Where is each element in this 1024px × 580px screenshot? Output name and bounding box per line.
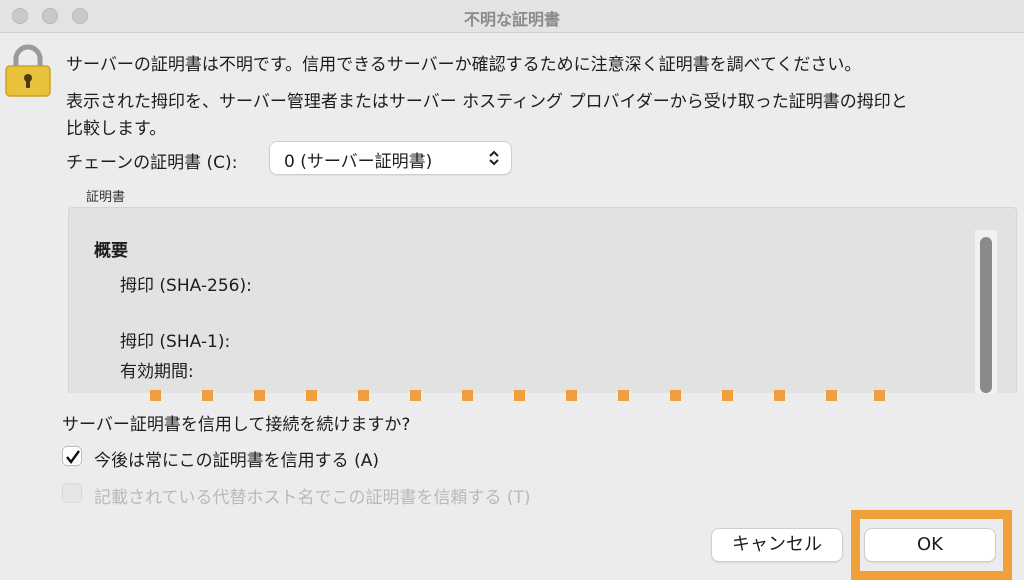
chain-selected-value: 0 (サーバー証明書) [284,152,433,172]
sha1-label: 拇印 (SHA-1): [120,332,231,352]
always-trust-label: 今後は常にこの証明書を信用する (A) [94,451,379,471]
scrollbar-thumb[interactable] [980,237,992,393]
sha256-label: 拇印 (SHA-256): [120,276,252,296]
ok-button-highlight [851,510,1012,580]
always-trust-checkbox[interactable] [62,446,82,466]
cancel-button[interactable]: キャンセル [712,529,842,561]
trust-question: サーバー証明書を信用して接続を続けますか? [62,415,411,435]
chain-certificate-select[interactable]: 0 (サーバー証明書) [270,142,511,174]
title-bar: 不明な証明書 [0,0,1024,33]
message-line-1: サーバーの証明書は不明です。信用できるサーバーか確認するために注意深く証明書を調… [66,55,862,75]
alt-hosts-label: 記載されている代替ホスト名でこの証明書を信頼する (T) [94,488,531,508]
message-line-2: 表示された拇印を、サーバー管理者またはサーバー ホスティング プロバイダーから受… [66,92,908,112]
alt-hosts-checkbox[interactable] [62,483,82,503]
window-title: 不明な証明書 [463,10,560,29]
certificate-details-panel[interactable] [68,207,1017,393]
checkmark-icon [66,450,80,464]
message-line-3: 比較します。 [66,119,167,139]
lock-icon [5,44,51,97]
chevron-up-down-icon [489,150,499,166]
validity-label: 有効期間: [120,362,194,382]
summary-heading: 概要 [94,241,128,261]
certificate-group-label: 証明書 [86,190,126,205]
chain-label: チェーンの証明書 (C): [66,153,238,173]
